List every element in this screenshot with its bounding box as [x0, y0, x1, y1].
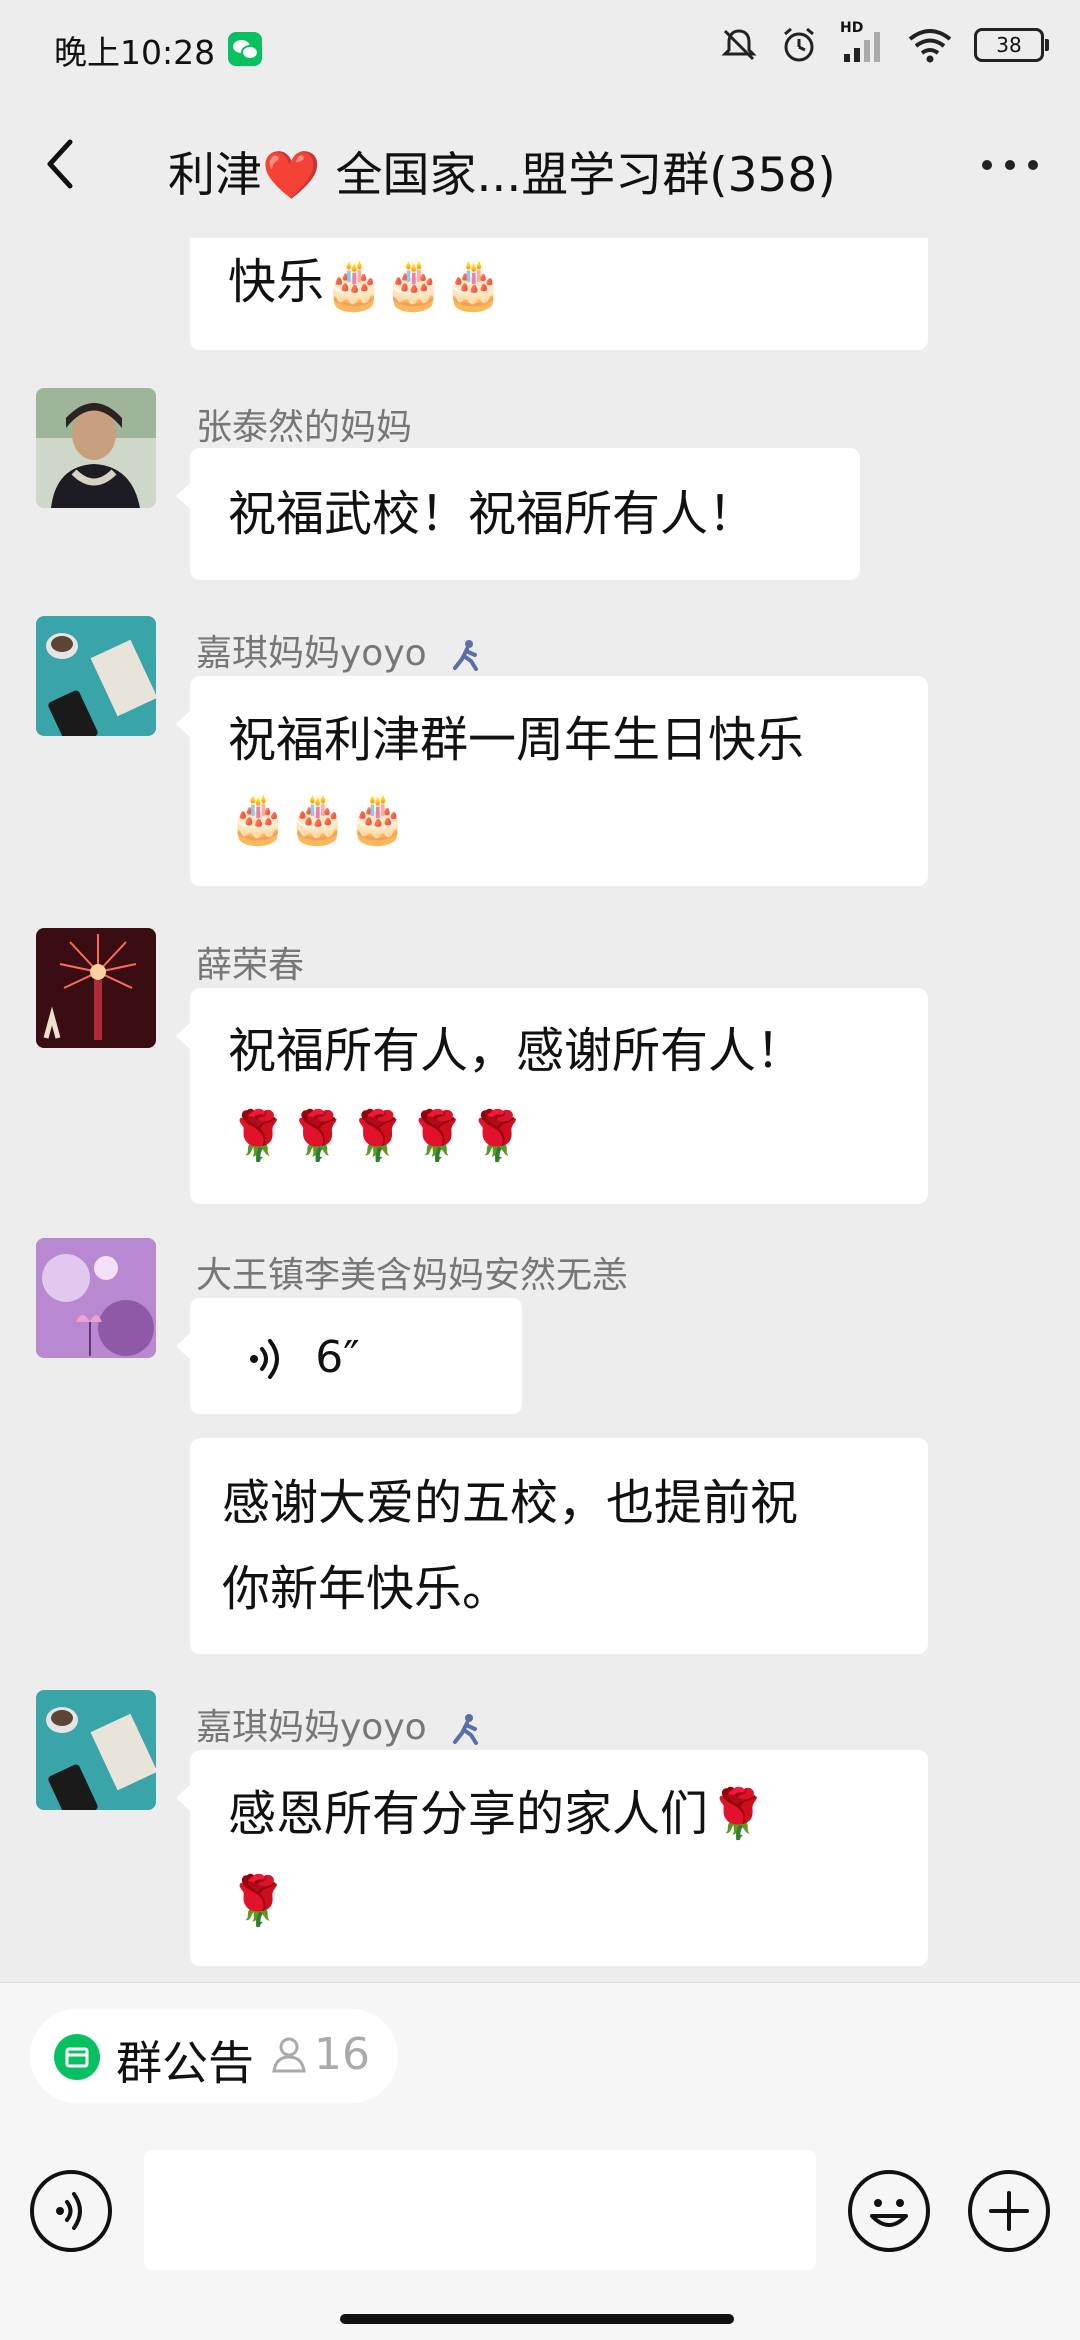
emoji-rose: 🌹 — [228, 1873, 288, 1929]
voice-icon — [56, 2192, 82, 2230]
status-bar: 晚上10:28 HD 38 — [0, 0, 1080, 96]
input-bar — [0, 2112, 1080, 2340]
sender-name: 张泰然的妈妈 — [196, 407, 413, 448]
more-options-icon[interactable] — [980, 154, 1040, 174]
avatar[interactable] — [36, 616, 156, 736]
mute-icon — [721, 29, 757, 61]
message-text: 祝福利津群一周年生日快乐 — [228, 712, 805, 768]
message-text-line: 感谢大爱的五校，也提前祝 — [222, 1475, 799, 1531]
message-text: 快乐 — [228, 254, 325, 310]
member-icon — [272, 2037, 306, 2073]
sender-name: 薛荣春 — [196, 945, 305, 986]
message-bubble[interactable]: 快乐🎂🎂🎂 — [190, 238, 928, 350]
voice-wave-icon — [250, 1339, 279, 1379]
more-functions-button[interactable] — [968, 2170, 1050, 2252]
alarm-icon — [784, 27, 814, 62]
wifi-icon — [908, 29, 952, 63]
avatar[interactable] — [36, 1690, 156, 1810]
battery-indicator: 38 — [974, 28, 1049, 62]
emoji-cakes: 🎂🎂🎂 — [324, 257, 504, 313]
emoji-cakes: 🎂🎂🎂 — [228, 791, 408, 847]
status-icons: HD 38 — [720, 20, 1049, 64]
sender-name: 嘉琪妈妈yoyo — [196, 624, 482, 676]
voice-input-button[interactable] — [30, 2170, 112, 2252]
message-bubble[interactable]: 祝福武校！祝福所有人！ — [176, 448, 860, 580]
back-icon[interactable] — [40, 134, 84, 194]
group-announcement-button[interactable]: 群公告 16 — [30, 2009, 398, 2103]
voice-duration: 6″ — [315, 1332, 360, 1383]
message-bubble[interactable]: 祝福所有人，感谢所有人！ 🌹🌹🌹🌹🌹 — [176, 988, 928, 1204]
message-text: 祝福武校！祝福所有人！ — [228, 486, 757, 542]
message-input[interactable] — [144, 2150, 816, 2270]
status-time: 晚上10:28 — [54, 33, 216, 72]
walker-icon — [453, 640, 479, 671]
message-list[interactable]: 快乐🎂🎂🎂 张泰然的妈妈 祝福武校！祝福所有人！ 嘉琪妈妈yoyo 祝福利津群一… — [0, 238, 1080, 1982]
walker-icon — [453, 1714, 479, 1745]
announcement-bar: 群公告 16 — [0, 1982, 1080, 2113]
sender-name: 嘉琪妈妈yoyo — [196, 1698, 482, 1750]
wechat-notification-icon — [228, 32, 262, 66]
message-text-line: 感恩所有分享的家人们🌹 — [228, 1786, 768, 1842]
message-bubble[interactable]: 感恩所有分享的家人们🌹 🌹 — [176, 1750, 928, 1966]
announcement-icon — [54, 2034, 100, 2080]
message-text-line: 你新年快乐。 — [222, 1561, 511, 1617]
plus-icon — [989, 2191, 1029, 2231]
avatar[interactable] — [36, 1238, 156, 1358]
announcement-label: 群公告 — [116, 2036, 254, 2090]
chat-header: 利津❤️ 全国家...盟学习群(358) — [0, 96, 1080, 238]
home-indicator[interactable] — [340, 2314, 734, 2324]
message-bubble[interactable]: 祝福利津群一周年生日快乐 🎂🎂🎂 — [176, 676, 928, 886]
member-count: 16 — [314, 2029, 370, 2080]
smiley-icon — [870, 2199, 908, 2227]
voice-message-bubble[interactable]: 6″ — [176, 1298, 522, 1414]
emoji-button[interactable] — [848, 2170, 930, 2252]
avatar[interactable] — [36, 388, 156, 508]
sender-name: 大王镇李美含妈妈安然无恙 — [196, 1255, 629, 1296]
avatar[interactable] — [36, 928, 156, 1048]
message-text: 祝福所有人，感谢所有人！ — [228, 1023, 805, 1079]
signal-icon: HD — [840, 20, 886, 64]
chat-title: 利津❤️ 全国家...盟学习群(358) — [168, 148, 836, 203]
emoji-roses: 🌹🌹🌹🌹🌹 — [228, 1108, 527, 1164]
message-bubble[interactable]: 感谢大爱的五校，也提前祝 你新年快乐。 — [190, 1438, 928, 1654]
